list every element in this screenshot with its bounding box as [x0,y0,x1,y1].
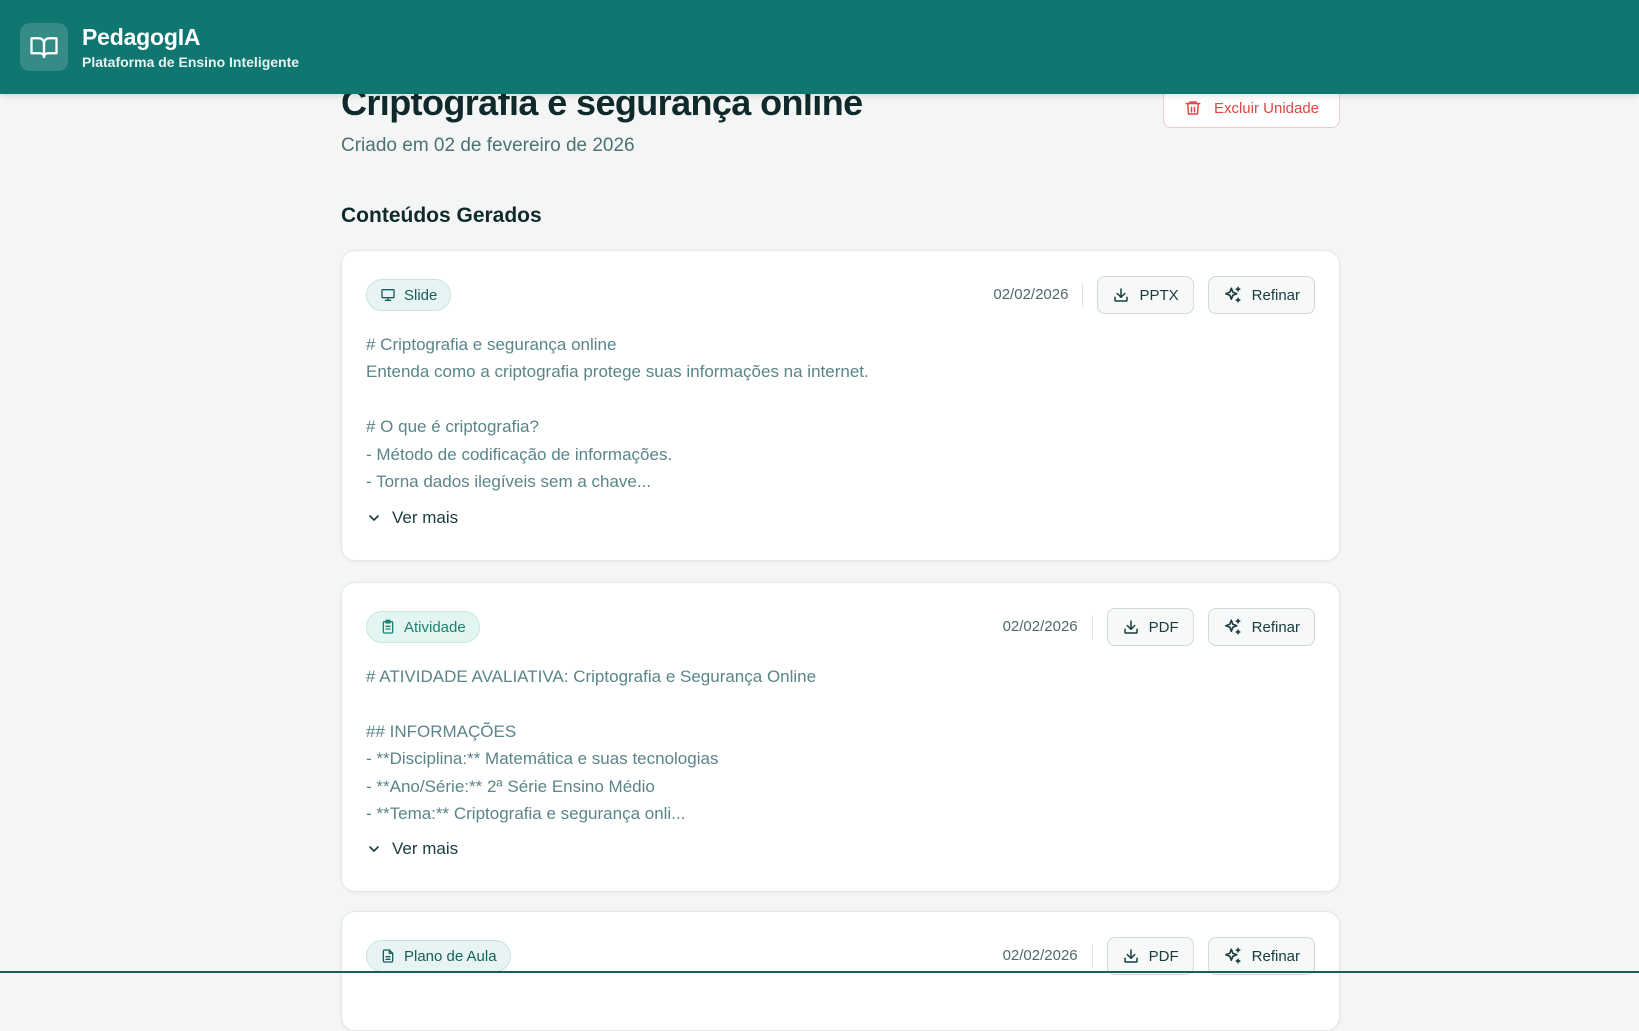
type-badge-label: Atividade [404,618,466,636]
type-badge: Slide [366,279,452,311]
section-title: Conteúdos Gerados [341,204,542,227]
delete-unit-label: Excluir Unidade [1213,99,1320,117]
download-icon [1122,947,1140,965]
document-icon [380,948,396,964]
download-label: PDF [1148,947,1179,965]
clipboard-icon [380,619,396,635]
logo[interactable] [20,23,68,71]
card-actions: 02/02/2026 PDF Refinar [1003,937,1315,975]
content-preview: # ATIVIDADE AVALIATIVA: Criptografia e S… [366,667,817,824]
see-more-label: Ver mais [392,839,459,858]
see-more-label: Ver mais [392,508,459,527]
card-date: 02/02/2026 [1003,944,1093,968]
refine-label: Refinar [1251,286,1300,304]
download-label: PDF [1148,618,1179,636]
download-pptx-button[interactable]: PPTX [1097,276,1194,314]
type-badge: Plano de Aula [366,940,511,972]
chevron-down-icon [366,510,382,526]
brand: PedagogIA Plataforma de Ensino Inteligen… [82,24,299,71]
type-badge-label: Plano de Aula [404,947,497,965]
presentation-icon [380,287,396,303]
sparkles-icon [1223,946,1243,966]
chevron-down-icon [366,841,382,857]
type-badge: Atividade [366,611,480,643]
sparkles-icon [1223,285,1243,305]
trash-icon [1184,99,1202,117]
card-header: Atividade 02/02/2026 PDF Refinar [366,607,1315,647]
see-more-button[interactable]: Ver mais [366,839,458,859]
see-more-button[interactable]: Ver mais [366,508,458,528]
refine-button[interactable]: Refinar [1207,937,1315,975]
content-preview: # Criptografia e segurança online Entend… [366,335,869,492]
brand-tagline: Plataforma de Ensino Inteligente [82,53,300,70]
download-pdf-button[interactable]: PDF [1106,937,1194,975]
open-book-icon [29,32,59,62]
download-icon [1112,286,1130,304]
created-date: Criado em 02 de fevereiro de 2026 [341,135,635,156]
content-card-slide: Slide 02/02/2026 PPTX Refinar # Criptogr… [341,250,1340,561]
sparkles-icon [1223,617,1243,637]
refine-button[interactable]: Refinar [1207,276,1315,314]
brand-name: PedagogIA [82,23,201,50]
download-label: PPTX [1139,286,1179,304]
type-badge-label: Slide [404,286,438,304]
download-icon [1122,618,1140,636]
card-date: 02/02/2026 [993,283,1084,307]
refine-label: Refinar [1251,947,1300,965]
refine-label: Refinar [1251,618,1300,636]
content-card-activity: Atividade 02/02/2026 PDF Refinar # ATIVI… [341,582,1340,892]
card-header: Slide 02/02/2026 PPTX Refinar [366,275,1315,315]
card-date: 02/02/2026 [1003,615,1093,639]
refine-button[interactable]: Refinar [1207,608,1315,646]
card-actions: 02/02/2026 PDF Refinar [1003,608,1315,646]
card-header: Plano de Aula 02/02/2026 PDF Refinar [366,936,1315,976]
app-header: PedagogIA Plataforma de Ensino Inteligen… [0,0,1639,94]
download-pdf-button[interactable]: PDF [1106,608,1194,646]
delete-unit-button[interactable]: Excluir Unidade [1163,88,1340,128]
card-actions: 02/02/2026 PPTX Refinar [993,276,1315,314]
